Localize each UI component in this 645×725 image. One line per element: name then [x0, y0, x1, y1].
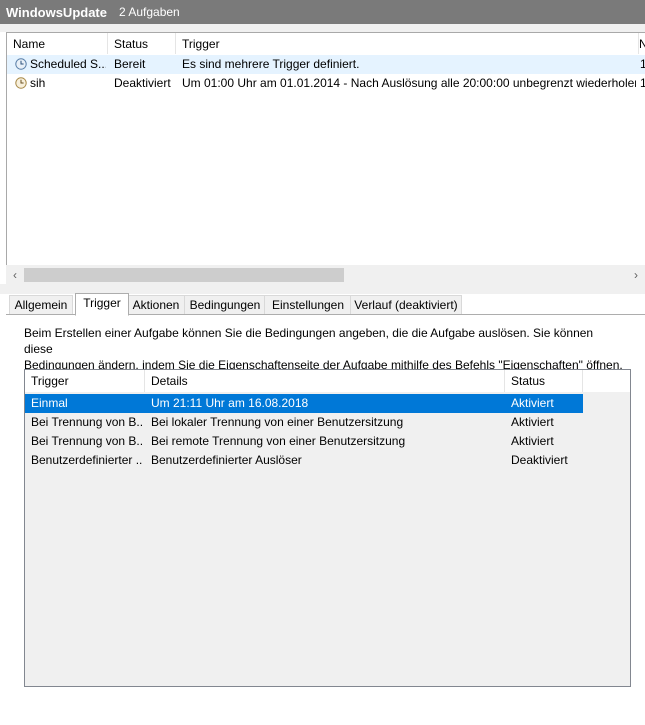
trigger-list: Trigger Details Status Einmal Um 21:11 U…	[24, 369, 631, 687]
trigger-description: Beim Erstellen einer Aufgabe können Sie …	[24, 326, 623, 372]
task-name: Scheduled S...	[30, 57, 106, 71]
tab-allgemein[interactable]: Allgemein	[9, 295, 73, 314]
column-header-trigger[interactable]: Trigger	[25, 370, 145, 392]
column-header-details[interactable]: Details	[145, 370, 505, 392]
title-bar: WindowsUpdate 2 Aufgaben	[0, 0, 645, 24]
task-trigger: Um 01:00 Uhr am 01.01.2014 - Nach Auslös…	[182, 76, 636, 90]
trigger-type: Einmal	[31, 396, 68, 410]
trigger-row[interactable]: Bei Trennung von B... Bei lokaler Trennu…	[25, 413, 583, 432]
task-name: sih	[30, 76, 46, 90]
tab-strip: Allgemein Trigger Aktionen Bedingungen E…	[6, 293, 645, 316]
task-next-run: 1	[640, 55, 645, 74]
trigger-details: Benutzerdefinierter Auslöser	[151, 453, 302, 467]
title-gap	[0, 24, 645, 32]
column-header-status[interactable]: Status	[108, 33, 176, 54]
trigger-status: Aktiviert	[511, 396, 554, 410]
task-status: Bereit	[114, 57, 146, 71]
column-header-status[interactable]: Status	[505, 370, 583, 392]
task-row[interactable]: Scheduled S... Bereit Es sind mehrere Tr…	[7, 55, 645, 74]
column-header-trigger[interactable]: Trigger	[176, 33, 639, 54]
trigger-type: Benutzerdefinierter ...	[31, 453, 143, 467]
trigger-details: Bei lokaler Trennung von einer Benutzers…	[151, 415, 404, 429]
tab-bedingungen[interactable]: Bedingungen	[184, 295, 266, 314]
trigger-type: Bei Trennung von B...	[31, 415, 143, 429]
trigger-row[interactable]: Benutzerdefinierter ... Benutzerdefinier…	[25, 451, 583, 470]
scrollbar-thumb[interactable]	[24, 268, 344, 282]
column-header-filler	[583, 370, 630, 392]
trigger-status: Aktiviert	[511, 434, 554, 448]
window-title: WindowsUpdate	[6, 4, 107, 20]
task-count: 2 Aufgaben	[119, 5, 180, 19]
trigger-row-selected[interactable]: Einmal Um 21:11 Uhr am 16.08.2018 Aktivi…	[25, 394, 583, 413]
task-row[interactable]: sih Deaktiviert Um 01:00 Uhr am 01.01.20…	[7, 74, 645, 93]
trigger-status: Aktiviert	[511, 415, 554, 429]
task-status: Deaktiviert	[114, 76, 171, 90]
trigger-details: Um 21:11 Uhr am 16.08.2018	[151, 396, 309, 410]
trigger-panel: Beim Erstellen einer Aufgabe können Sie …	[6, 314, 645, 725]
column-header-next[interactable]: N	[633, 33, 645, 54]
tab-einstellungen[interactable]: Einstellungen	[264, 295, 352, 314]
trigger-status: Deaktiviert	[511, 453, 568, 467]
tab-trigger[interactable]: Trigger	[75, 293, 129, 316]
clock-icon	[15, 58, 27, 70]
task-trigger: Es sind mehrere Trigger definiert.	[182, 57, 360, 71]
horizontal-scrollbar[interactable]: ‹ ›	[6, 265, 645, 284]
scroll-left-arrow-icon[interactable]: ‹	[7, 267, 23, 283]
tab-aktionen[interactable]: Aktionen	[126, 295, 186, 314]
clock-icon	[15, 77, 27, 89]
trigger-type: Bei Trennung von B...	[31, 434, 143, 448]
column-header-name[interactable]: Name	[7, 33, 108, 54]
scroll-right-arrow-icon[interactable]: ›	[628, 267, 644, 283]
task-list: Name Status Trigger N Scheduled S... Ber…	[6, 32, 645, 285]
trigger-details: Bei remote Trennung von einer Benutzersi…	[151, 434, 406, 448]
task-next-run: 1	[640, 74, 645, 93]
tab-verlauf[interactable]: Verlauf (deaktiviert)	[350, 295, 462, 314]
trigger-row[interactable]: Bei Trennung von B... Bei remote Trennun…	[25, 432, 583, 451]
